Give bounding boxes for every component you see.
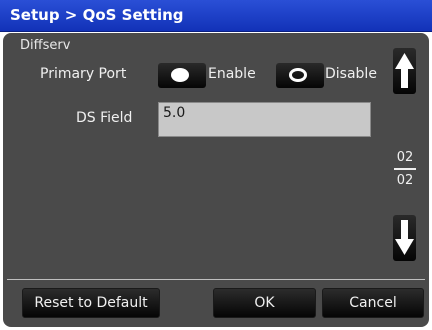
scroll-down-button[interactable] [393, 215, 416, 261]
scroll-up-button[interactable] [393, 48, 416, 94]
primary-port-label: Primary Port [40, 66, 127, 82]
arrow-up-icon [395, 53, 414, 88]
title-bar: Setup > QoS Setting [0, 0, 432, 32]
radio-unselected-icon [289, 68, 307, 82]
enable-radio[interactable] [158, 63, 206, 88]
page-divider [394, 168, 416, 170]
cancel-button[interactable]: Cancel [322, 288, 424, 318]
page-total: 02 [396, 173, 414, 188]
page-indicator: 02 02 [392, 150, 418, 188]
page-current: 02 [396, 150, 414, 165]
window-title: Setup > QoS Setting [10, 6, 184, 24]
disable-radio[interactable] [276, 63, 324, 88]
disable-label: Disable [325, 66, 377, 82]
ok-button[interactable]: OK [213, 288, 316, 318]
enable-label: Enable [208, 66, 256, 82]
ds-field-label: DS Field [76, 110, 133, 126]
arrow-down-icon [395, 220, 414, 255]
ds-field-input[interactable]: 5.0 [158, 102, 371, 137]
separator-line [7, 279, 425, 280]
reset-to-default-button[interactable]: Reset to Default [22, 288, 160, 318]
diffserv-group-label: Diffserv [20, 38, 71, 53]
radio-selected-icon [171, 68, 189, 82]
qos-setting-window: Setup > QoS Setting Diffserv Primary Por… [0, 0, 432, 330]
